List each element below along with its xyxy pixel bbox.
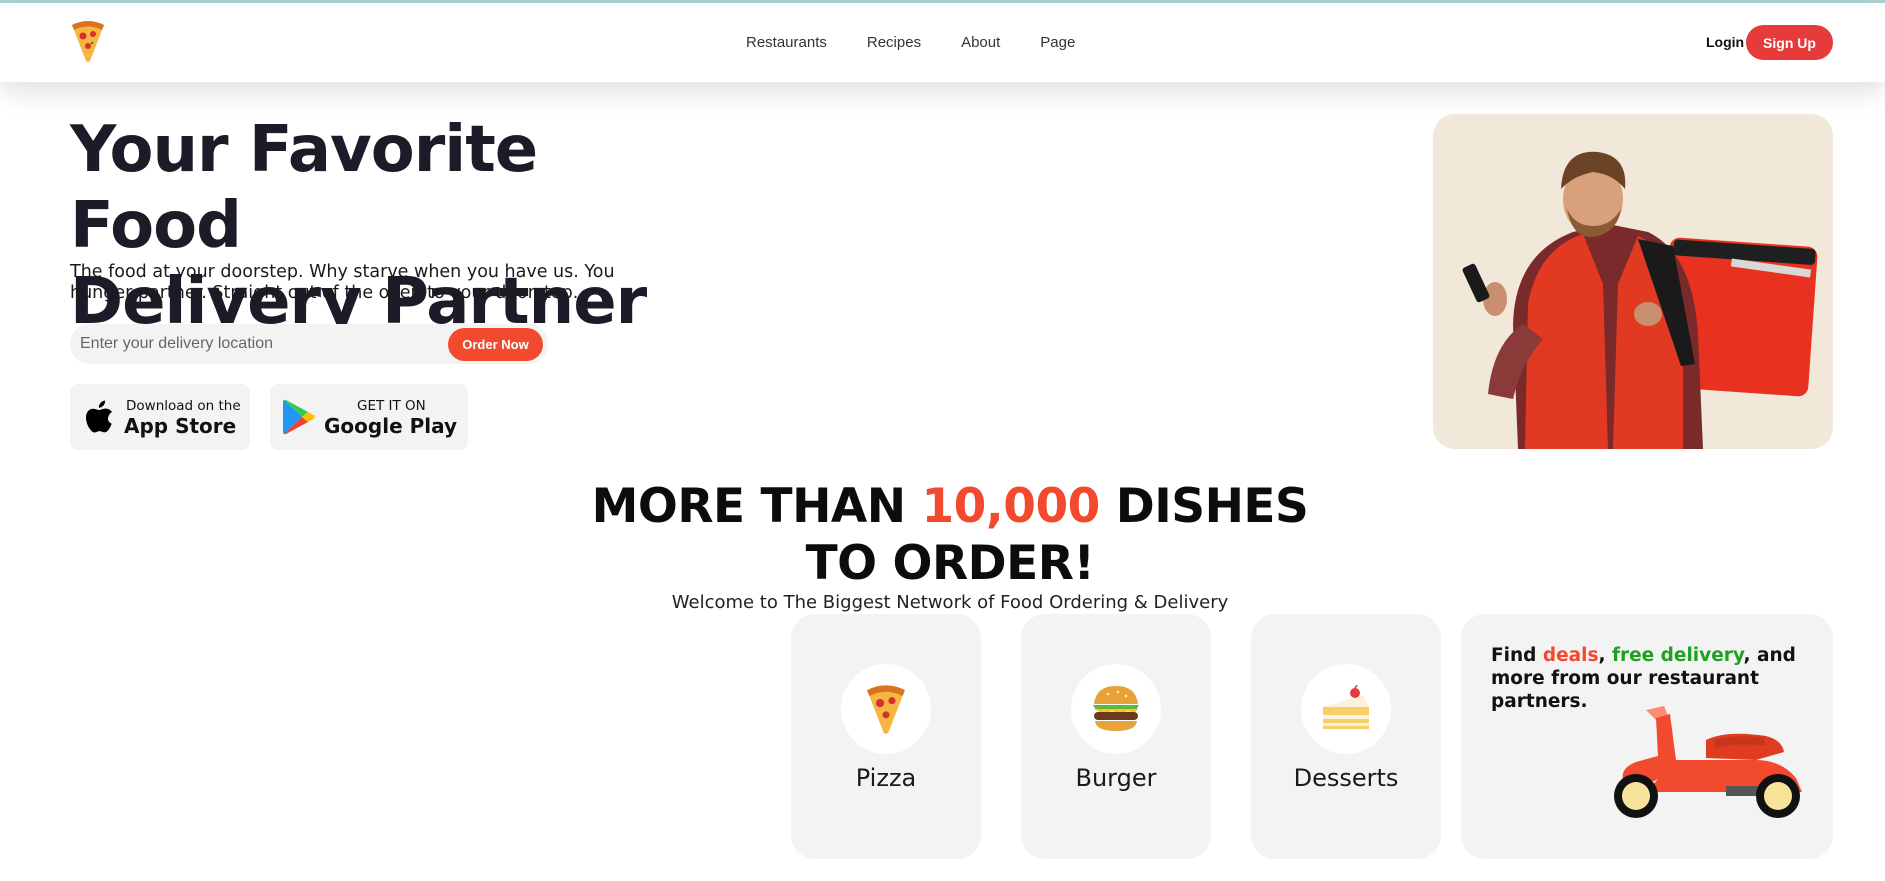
signup-button[interactable]: Sign Up — [1746, 25, 1833, 60]
promo-comma: , — [1598, 645, 1612, 666]
category-label: Burger — [1075, 764, 1157, 792]
pizza-icon — [867, 685, 905, 734]
delivery-man-image — [1433, 114, 1833, 449]
promo-free-delivery: free delivery — [1611, 645, 1744, 666]
section-title-pre: MORE THAN — [591, 479, 922, 534]
category-icon-circle — [841, 664, 931, 754]
hero-title-line1: Your Favorite Food — [70, 113, 538, 263]
delivery-location-input[interactable] — [80, 324, 440, 364]
pizza-logo-icon[interactable] — [70, 19, 106, 63]
google-play-small-text: GET IT ON — [357, 398, 426, 414]
section-title-accent: 10,000 — [921, 479, 1100, 534]
cake-icon — [1323, 685, 1369, 729]
burger-icon — [1093, 686, 1139, 731]
nav-page[interactable]: Page — [1040, 34, 1075, 51]
section-subtitle: Welcome to The Biggest Network of Food O… — [671, 592, 1229, 613]
app-store-small-text: Download on the — [126, 398, 241, 414]
apple-icon — [86, 400, 112, 433]
google-play-button[interactable]: GET IT ON Google Play — [270, 384, 468, 450]
category-label: Desserts — [1293, 764, 1399, 792]
login-link[interactable]: Login — [1706, 34, 1744, 50]
main-nav: Restaurants Recipes About Page — [746, 34, 1075, 51]
order-now-button[interactable]: Order Now — [448, 328, 543, 361]
category-icon-circle — [1301, 664, 1391, 754]
category-icon-circle — [1071, 664, 1161, 754]
category-card-burger[interactable]: Burger — [1021, 614, 1211, 859]
delivery-search-bar: Order Now — [70, 324, 548, 364]
section-title: MORE THAN 10,000 DISHES TO ORDER! — [560, 478, 1340, 592]
delivery-man-illustration — [1433, 114, 1833, 449]
category-label: Pizza — [855, 764, 917, 792]
hero-subtitle: The food at your doorstep. Why starve wh… — [70, 262, 615, 303]
google-play-big-text: Google Play — [324, 414, 458, 438]
category-card-pizza[interactable]: Pizza — [791, 614, 981, 859]
promo-deals: deals — [1542, 645, 1599, 666]
promo-find: Find — [1491, 645, 1543, 666]
nav-about[interactable]: About — [961, 34, 1000, 51]
category-card-desserts[interactable]: Desserts — [1251, 614, 1441, 859]
scooter-icon — [1614, 706, 1802, 818]
google-play-icon — [283, 399, 315, 435]
nav-recipes[interactable]: Recipes — [867, 34, 921, 51]
hero-title: Your Favorite Food Delivery Partner — [70, 112, 690, 340]
section-title-line2: TO ORDER! — [805, 536, 1095, 591]
nav-restaurants[interactable]: Restaurants — [746, 34, 827, 51]
app-store-button[interactable]: Download on the App Store — [70, 384, 250, 450]
section-title-post: DISHES — [1099, 479, 1309, 534]
promo-card: Find deals, free delivery, and more from… — [1461, 614, 1833, 859]
app-store-big-text: App Store — [124, 414, 237, 438]
navbar: Restaurants Recipes About Page Login Sig… — [0, 3, 1885, 82]
